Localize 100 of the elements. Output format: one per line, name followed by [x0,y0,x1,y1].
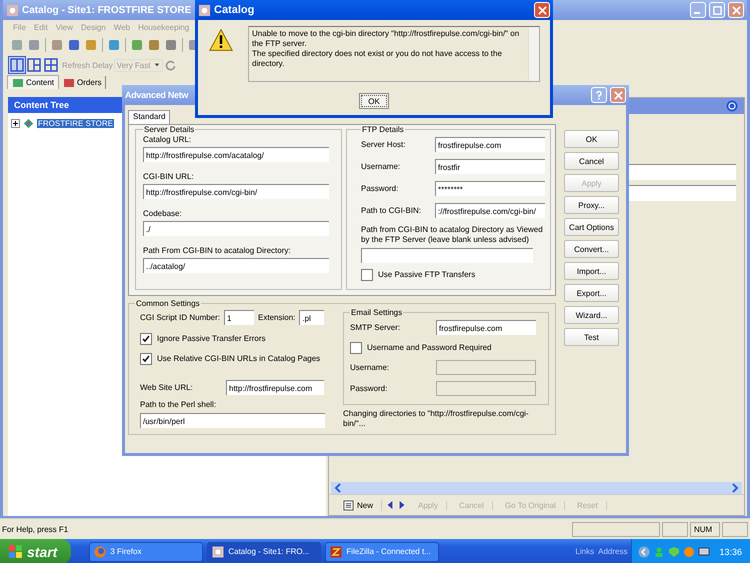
toolbar-button[interactable]: New [335,500,382,510]
status-message: Changing directories to "http://frostfirepulse.com/cgi-bin/"... [343,409,530,429]
field-label: SMTP Server: [350,322,402,332]
clock: 13:36 [719,546,742,556]
scrollbar[interactable] [331,482,742,494]
forward-arrow-icon[interactable] [398,500,406,510]
input-field[interactable]: /usr/bin/perl [140,413,325,428]
input-field[interactable]: http://frostfirepulse.com [226,380,324,395]
checkbox[interactable] [361,268,373,280]
field-label: CGI-BIN URL: [143,172,195,182]
dialog-button[interactable]: Wizard... [564,306,619,324]
field-label: Path from CGI-BIN to acatalog Directory as Viewed by the FTP Server (leave blank unless advised) [361,225,544,245]
windows-logo-icon [8,544,23,559]
maximize-icon [712,6,722,14]
help-icon[interactable] [726,100,738,112]
group-title: FTP Details [361,125,405,134]
checkbox[interactable] [140,352,152,364]
checkbox-label[interactable]: Use Relative CGI-BIN URLs in Catalog Pages [157,354,320,363]
links-toolbar[interactable]: Links [575,547,594,556]
document-icon [343,500,354,510]
minimize-icon [694,12,700,14]
input-field[interactable]: ://frostfirepulse.com/cgi-bin/ [435,203,545,218]
taskbar-button[interactable]: FileZilla - Connected t... [325,542,440,562]
message-text: Unable to move to the cgi-bin directory "http://frostfirepulse.com/cgi-bin/" on the FTP server. [252,29,520,49]
tree-item[interactable]: FROSTFIRE STORE [37,119,114,128]
dialog-button[interactable]: Import... [564,262,619,280]
checkbox[interactable] [140,332,152,344]
window-title: Catalog - Site1: FROSTFIRE STORE [22,4,192,16]
ok-button[interactable]: OK [359,93,389,109]
field-label: Extension: [258,312,296,322]
field-label: Catalog URL: [143,135,192,145]
field-label: Codebase: [143,209,183,219]
input-field[interactable]: http://frostfirepulse.com/acatalog/ [143,147,329,162]
question-mark-icon [594,90,604,100]
dialog-button[interactable]: Convert... [564,240,619,258]
globe-icon [94,546,106,558]
close-button[interactable] [534,2,550,18]
app-icon [198,4,211,16]
group-title: Common Settings [135,299,201,308]
dialog-button[interactable]: Proxy... [564,196,619,214]
refresh-delay-label: Refresh Delay [62,60,113,70]
grid-view-icon[interactable] [26,57,42,73]
input-field[interactable] [629,164,736,180]
input-field[interactable]: frostfir [435,159,545,174]
dialog-title: Advanced Netw [125,90,188,100]
input-field[interactable]: frostfirepulse.com [435,137,545,152]
field-label: Path From CGI-BIN to acatalog Directory: [143,246,292,256]
address-toolbar[interactable]: Address [598,547,628,556]
tab[interactable]: Standard [128,110,170,124]
field-label: Username: [350,362,390,372]
group-title: Email Settings [350,308,404,317]
input-field[interactable]: frostfirepulse.com [436,320,536,335]
close-icon [538,6,546,14]
tab[interactable]: Content [7,75,60,89]
checkbox-label[interactable]: Use Passive FTP Transfers [378,270,476,279]
close-icon [732,6,740,14]
status-pane [722,522,748,536]
dialog-button[interactable]: Cancel [564,152,619,170]
store-icon [22,117,35,130]
field-label: Path to CGI-BIN: [361,206,422,216]
status-text: For Help, press F1 [2,524,68,534]
dialog-button[interactable]: Test [564,328,619,346]
close-icon [614,90,622,100]
dialog-button[interactable]: Export... [564,284,619,302]
caret-icon [154,62,160,68]
input-field[interactable] [629,185,736,201]
warning-icon [208,28,234,52]
field-label: Username: [361,162,402,172]
start-button[interactable]: start [0,539,72,563]
checkbox[interactable] [350,342,362,354]
app-icon [212,546,224,558]
app-icon [6,4,19,16]
field-label: Server Host: [361,140,406,150]
taskbar-button[interactable]: 3 Firefox [89,542,204,562]
dialog-button[interactable]: OK [564,130,619,148]
input-field[interactable]: ../acatalog/ [143,258,329,273]
input-field[interactable]: .pl [299,310,324,325]
expand-icon[interactable] [11,119,20,128]
message-text: The specified directory does not exist or you do not have access to the directory. [252,49,503,69]
taskbar-button[interactable]: Catalog - Site1: FRO... [207,542,322,562]
grid-view-icon[interactable] [43,57,59,73]
refresh-icon[interactable] [164,58,178,72]
status-indicator: NUM [690,522,720,536]
input-field[interactable]: ./ [143,221,329,236]
chevron-icon[interactable] [638,546,650,558]
dialog-button[interactable]: Cart Options [564,218,619,236]
input-field[interactable]: 1 [224,310,254,325]
back-arrow-icon[interactable] [386,500,394,510]
checkbox-label[interactable]: Ignore Passive Transfer Errors [157,334,266,343]
input-field[interactable]: http://frostfirepulse.com/cgi-bin/ [143,184,329,199]
field-label: Password: [350,384,388,394]
checkbox-label[interactable]: Username and Password Required [367,343,492,352]
field-label: CGI Script ID Number: [140,312,220,322]
input-field[interactable] [361,248,533,263]
field-label: Password: [361,184,400,194]
scrollbar[interactable] [528,27,539,81]
input-field[interactable]: ******** [435,181,545,196]
split-view-icon[interactable] [9,57,25,73]
status-pane [662,522,688,536]
tab[interactable]: Orders [59,76,106,89]
